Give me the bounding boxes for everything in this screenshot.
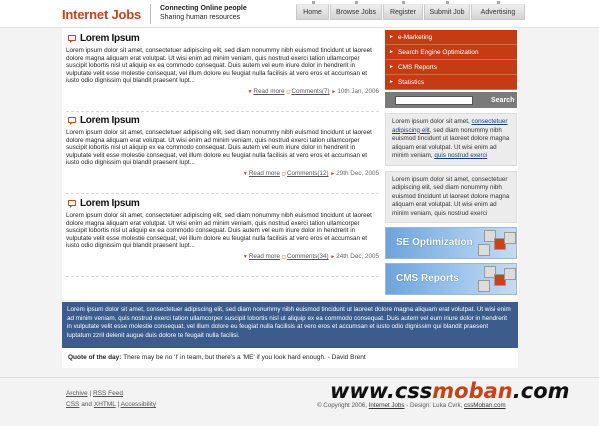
sidebox-info: Lorem ipsum dolor sit amet, consectetuer… xyxy=(385,113,517,166)
nav-home[interactable]: Home xyxy=(296,1,329,20)
sidebox-text: Lorem ipsum dolor sit amet, xyxy=(392,118,472,125)
category-label: Search Engine Optimization xyxy=(397,48,479,56)
date-arrow-icon: ► xyxy=(330,170,336,177)
quote-of-the-day: Quote of the day: There may be no 'I' in… xyxy=(62,348,518,368)
comment-bubble-icon xyxy=(68,200,76,208)
design-credit: - Design: Luka Cvrk, xyxy=(406,402,463,409)
nav-advertising[interactable]: Advertising xyxy=(471,1,525,20)
arrow-icon: ▼ xyxy=(242,170,248,177)
category-menu: ► e-Marketing ► Search Engine Optimization… xyxy=(385,30,517,90)
main-nav: Home Browse Jobs Register Submit Job Adv… xyxy=(296,1,526,20)
site-logo[interactable]: Internet Jobs xyxy=(62,7,141,22)
article: Lorem Ipsum Lorem ipsum dolor sit amet, … xyxy=(66,32,379,112)
comments-link[interactable]: Comments(7) xyxy=(291,88,329,95)
read-more-link[interactable]: Read more xyxy=(249,170,280,177)
cube-icon xyxy=(478,280,490,292)
read-more-link[interactable]: Read more xyxy=(253,88,284,95)
cube-icon xyxy=(504,268,516,280)
archive-link[interactable]: Archive xyxy=(66,390,88,397)
and-text: and xyxy=(81,401,93,408)
banner-se-optimization[interactable]: SE Optimization xyxy=(385,227,517,259)
comment-icon: ◻ xyxy=(281,253,286,260)
nav-register[interactable]: Register xyxy=(383,1,423,20)
footer-divider xyxy=(0,377,599,378)
article-meta: ▼Read more ◻Comments(34) ►24th Dec, 2005 xyxy=(66,252,379,262)
category-cms-reports[interactable]: ► CMS Reports xyxy=(385,60,517,75)
article-body: Lorem ipsum dolor sit amet, consectetuer… xyxy=(66,212,372,250)
header: Internet Jobs Connecting Online people S… xyxy=(0,0,599,28)
arrow-right-icon: ► xyxy=(389,63,394,70)
date-arrow-icon: ► xyxy=(330,253,336,260)
sidebar: ► e-Marketing ► Search Engine Optimization… xyxy=(385,30,517,295)
watermark-text: moban xyxy=(432,379,513,403)
comment-icon: ◻ xyxy=(281,170,286,177)
category-label: CMS Reports xyxy=(397,63,437,71)
xhtml-link[interactable]: XHTML xyxy=(94,401,116,408)
banner-cms-reports[interactable]: CMS Reports xyxy=(385,263,517,295)
footer-links: Archive | RSS Feed CSS and XHTML | Acces… xyxy=(66,390,157,408)
copyright: © Copyright 2006, Internet Jobs - Design… xyxy=(317,402,506,409)
comment-bubble-icon xyxy=(68,117,76,125)
accessibility-link[interactable]: Accessibility xyxy=(121,401,156,408)
article-body: Lorem ipsum dolor sit amet, consectetuer… xyxy=(66,129,372,167)
article-meta: ▼Read more ◻Comments(7) ►10th Jan, 2006 xyxy=(66,87,379,97)
banner-label: CMS Reports xyxy=(396,273,459,284)
tagline: Connecting Online people Sharing human r… xyxy=(150,4,247,24)
copyright-text: © Copyright 2006, xyxy=(317,402,367,409)
nav-submit-job[interactable]: Submit Job xyxy=(424,1,470,20)
article-body: Lorem ipsum dolor sit amet, consectetuer… xyxy=(66,47,372,85)
arrow-icon: ▼ xyxy=(242,253,248,260)
site-link[interactable]: Internet Jobs xyxy=(369,402,405,409)
watermark-text: .com xyxy=(512,379,570,403)
article-date: 10th Jan, 2006 xyxy=(337,87,379,95)
rss-feed-link[interactable]: RSS Feed xyxy=(93,390,123,397)
banner-label: SE Optimization xyxy=(396,237,473,248)
category-label: Statistics xyxy=(397,78,424,86)
arrow-right-icon: ► xyxy=(389,33,394,40)
arrow-right-icon: ► xyxy=(389,78,394,85)
article-date: 29th Dec, 2005 xyxy=(336,169,379,177)
category-label: e-Marketing xyxy=(397,33,433,41)
sidebox-plain: Lorem ipsum dolor sit amet, consectetuer… xyxy=(385,170,517,223)
comments-link[interactable]: Comments(34) xyxy=(287,253,329,260)
cube-icon xyxy=(478,244,490,256)
category-e-marketing[interactable]: ► e-Marketing xyxy=(385,30,517,45)
comment-icon: ◻ xyxy=(286,88,291,95)
quote-text: There may be no 'I' in team, but there's… xyxy=(121,354,366,361)
sidebox-link[interactable]: quis nostrud exerci xyxy=(434,152,487,159)
watermark-logo: www.cssmoban.com xyxy=(330,379,570,403)
css-link[interactable]: CSS xyxy=(66,401,79,408)
article: Lorem Ipsum Lorem ipsum dolor sit amet, … xyxy=(66,197,379,277)
arrow-right-icon: ► xyxy=(389,48,394,55)
article-title[interactable]: Lorem Ipsum xyxy=(80,115,140,126)
arrow-icon: ▼ xyxy=(247,88,253,95)
article-title[interactable]: Lorem Ipsum xyxy=(80,33,140,44)
read-more-link[interactable]: Read more xyxy=(249,253,280,260)
comment-bubble-icon xyxy=(68,35,76,43)
search-input[interactable] xyxy=(395,95,473,105)
search-button[interactable]: Search xyxy=(491,97,514,104)
tagline-subtitle: Sharing human resources xyxy=(160,14,241,21)
article-meta: ▼Read more ◻Comments(12) ►29th Dec, 2005 xyxy=(66,169,379,179)
quote-label: Quote of the day: xyxy=(68,354,122,361)
credit-link[interactable]: cssMoban.com xyxy=(464,402,506,409)
watermark-text: www.css xyxy=(330,379,433,403)
article: Lorem Ipsum Lorem ipsum dolor sit amet, … xyxy=(66,114,379,194)
search-bar: Search xyxy=(385,92,517,108)
nav-browse-jobs[interactable]: Browse Jobs xyxy=(330,1,382,20)
highlight-box: Lorem ipsum dolor sit amet, consectetuer… xyxy=(62,302,518,348)
article-date: 24th Dec, 2005 xyxy=(336,252,379,260)
article-title[interactable]: Lorem Ipsum xyxy=(80,198,140,209)
date-arrow-icon: ► xyxy=(331,88,337,95)
category-seo[interactable]: ► Search Engine Optimization xyxy=(385,45,517,60)
category-statistics[interactable]: ► Statistics xyxy=(385,75,517,90)
tagline-title: Connecting Online people xyxy=(160,5,247,12)
comments-link[interactable]: Comments(12) xyxy=(287,170,329,177)
cube-icon xyxy=(504,232,516,244)
